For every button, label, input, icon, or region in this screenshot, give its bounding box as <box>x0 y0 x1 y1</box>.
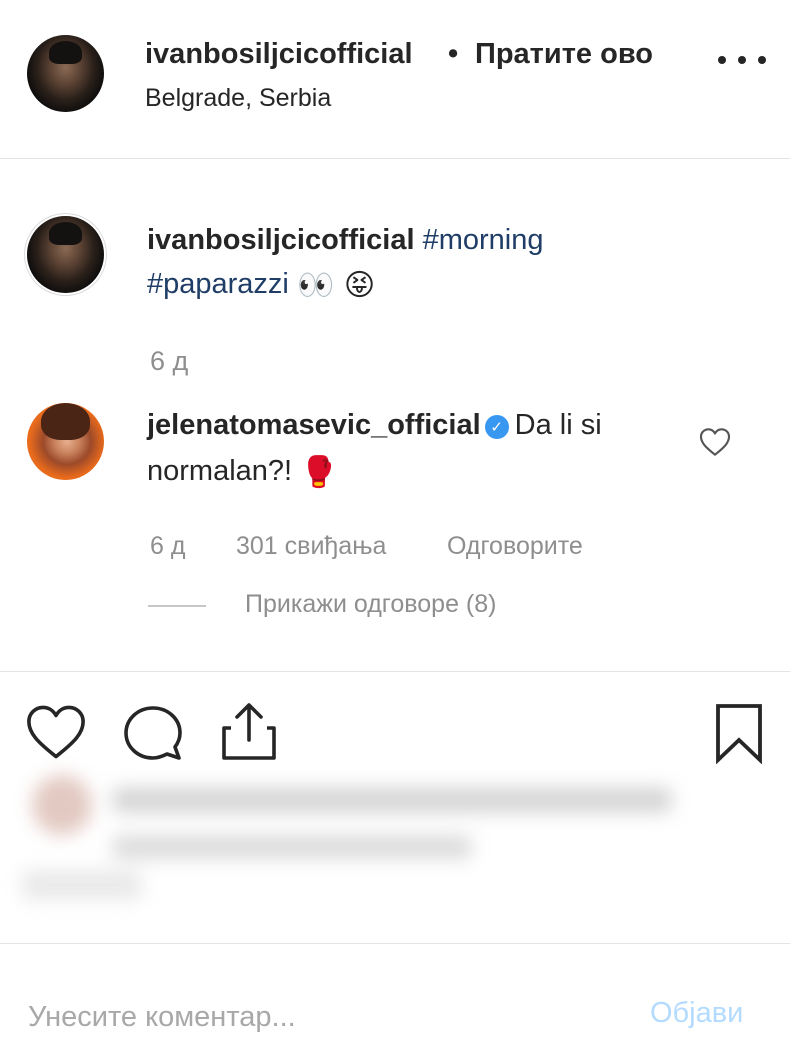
header-divider <box>0 158 790 159</box>
comment-icon[interactable] <box>121 703 185 763</box>
replies-line <box>148 605 206 607</box>
comments-divider <box>0 671 790 672</box>
bookmark-icon[interactable] <box>712 702 766 765</box>
caption-username[interactable]: ivanbosiljcicofficial <box>147 224 415 256</box>
caption-line-2: #paparazzi 👀 😝 <box>147 268 375 303</box>
comment-line-1: jelenatomasevic_official ✓ Da li si <box>147 409 602 442</box>
hashtag-morning[interactable]: #morning <box>423 224 544 256</box>
hashtag-paparazzi[interactable]: #paparazzi <box>147 268 289 300</box>
comment-username[interactable]: jelenatomasevic_official <box>147 409 481 441</box>
blurred-line <box>112 787 672 813</box>
header-username[interactable]: ivanbosiljcicofficial <box>145 38 413 71</box>
share-icon[interactable] <box>219 700 279 762</box>
comment-likes-count[interactable]: 301 свиђања <box>236 532 386 561</box>
reply-button[interactable]: Одговорите <box>447 532 583 561</box>
header-separator: • <box>448 38 459 70</box>
blurred-avatar <box>32 775 92 835</box>
blurred-line <box>22 870 142 900</box>
view-replies-button[interactable]: Прикажи одговоре (8) <box>245 590 497 619</box>
caption-line-1: ivanbosiljcicofficial #morning <box>147 224 544 257</box>
comment-time[interactable]: 6 д <box>150 532 185 561</box>
comment-text-1: Da li si <box>514 409 602 441</box>
dot-icon <box>758 56 766 64</box>
header-location[interactable]: Belgrade, Serbia <box>145 84 331 113</box>
input-divider <box>0 943 790 944</box>
dot-icon <box>718 56 726 64</box>
comment-emoji: 🥊 <box>300 455 338 490</box>
instagram-post-panel: ivanbosiljcicofficial • Пратите ово Belg… <box>0 0 790 1059</box>
comment-line-2: normalan?! 🥊 <box>147 455 338 490</box>
follow-button[interactable]: Пратите ово <box>475 38 653 71</box>
dot-icon <box>738 56 746 64</box>
comment-avatar[interactable] <box>27 403 104 480</box>
caption-avatar[interactable] <box>27 216 104 293</box>
comment-like-heart-icon[interactable] <box>699 427 731 457</box>
more-options-button[interactable] <box>718 48 766 72</box>
comment-input[interactable] <box>28 995 588 1039</box>
caption-time[interactable]: 6 д <box>150 346 188 377</box>
comment-text-2: normalan?! <box>147 455 293 487</box>
blurred-line <box>112 835 472 859</box>
blurred-likes-area <box>22 765 712 915</box>
caption-emoji: 👀 😝 <box>296 268 376 303</box>
heart-icon[interactable] <box>25 703 87 761</box>
post-button[interactable]: Објави <box>650 997 743 1030</box>
header-avatar[interactable] <box>27 35 104 112</box>
verified-badge-icon: ✓ <box>484 415 509 439</box>
